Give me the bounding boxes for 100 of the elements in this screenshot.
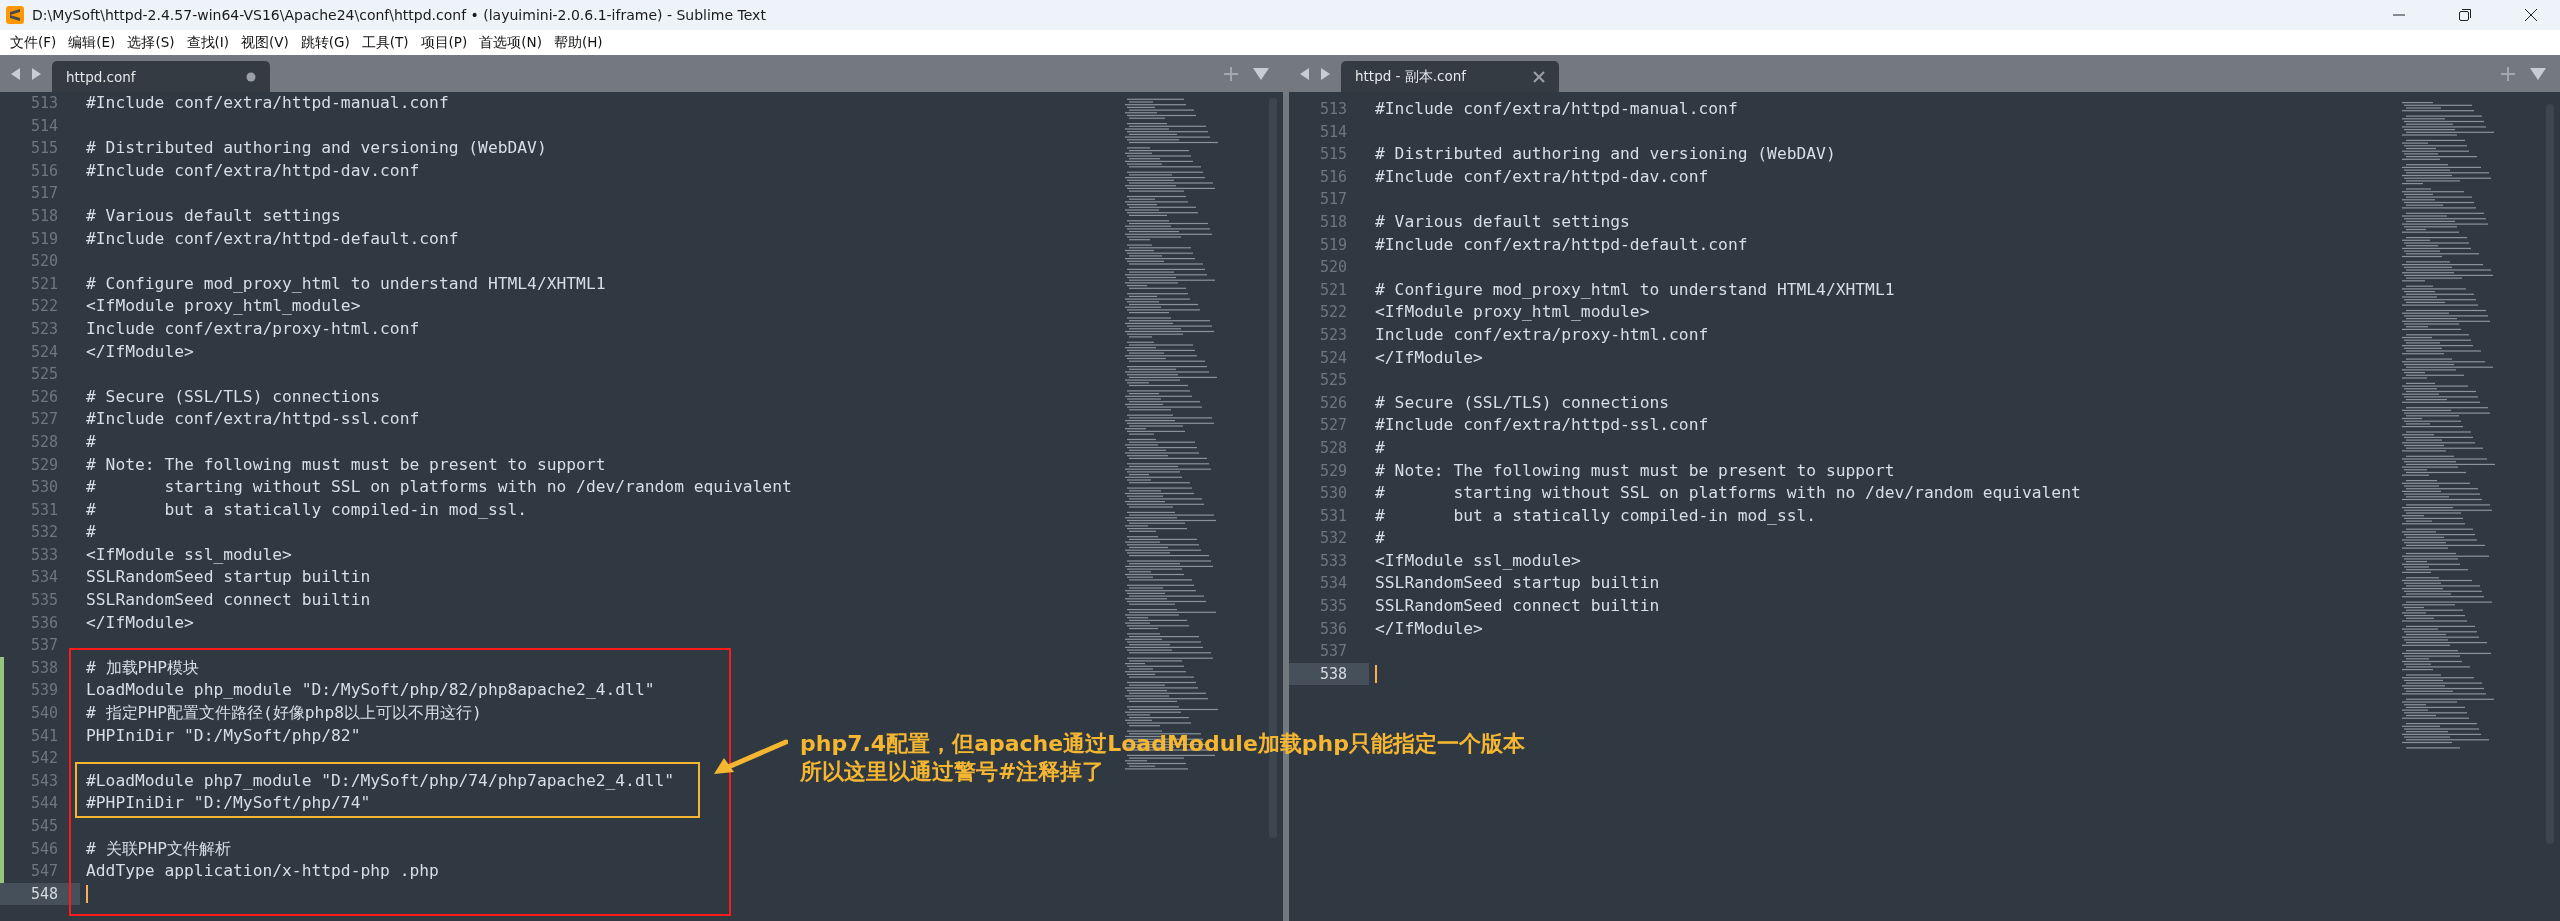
menu-item[interactable]: 选择(S) [121,31,181,54]
line-number: 535 [1318,596,1348,618]
line-number: 537 [29,635,59,657]
file-tab[interactable]: httpd.conf [52,61,270,92]
line-number: 525 [29,364,59,386]
code-line: # Secure (SSL/TLS) connections [1375,391,1670,414]
code-line: </IfModule> [1375,346,1483,369]
code-line: # Configure mod_proxy_html to understand HTML4/XHTML1 [86,272,606,295]
code-line: # Note: The following must must be present to support [86,453,606,476]
restore-icon[interactable] [2459,9,2471,21]
line-number: 520 [1318,257,1348,279]
code-line: # Secure (SSL/TLS) connections [86,385,381,408]
dropdown-triangle-icon[interactable] [1253,68,1269,80]
code-line: # 加载PHP模块 [86,656,199,679]
code-line: #Include conf/extra/httpd-manual.conf [86,92,449,114]
line-number: 533 [1318,550,1348,572]
plus-icon[interactable] [2500,66,2516,82]
line-number: 548 [0,882,80,906]
line-number: 536 [29,612,59,634]
text-cursor [1375,664,1377,684]
line-number: 527 [1318,415,1348,437]
line-number: 538 [0,656,80,680]
code-line: # starting without SSL on platforms with no /dev/random equivalent [1375,482,2081,505]
code-line: # Distributed authoring and versioning (WebDAV) [86,137,547,160]
code-line: # [1375,527,1385,550]
line-number: 513 [1318,99,1348,120]
code-line: <IfModule ssl_module> [1375,549,1581,572]
menu-item[interactable]: 查找(I) [180,31,235,54]
close-icon[interactable] [2525,9,2537,21]
line-number: 536 [1318,618,1348,640]
line-number: 523 [29,318,59,340]
line-number: 540 [0,702,80,725]
line-number: 522 [1318,302,1348,324]
code-line: # Distributed authoring and versioning (WebDAV) [1375,143,1836,166]
window-title: D:\MySoft\httpd-2.4.57-win64-VS16\Apache24\conf\httpd.conf • (layuimini-2.0.6.1-iframe) - Sublime Text [32,7,767,23]
code-line: <IfModule ssl_module> [86,543,292,566]
menu-item[interactable]: 文件(F) [4,31,63,54]
menu-item[interactable]: 视图(V) [235,31,295,54]
line-number: 522 [29,296,59,318]
line-number: 533 [29,544,59,566]
line-number: 513 [29,93,59,114]
code-line: </IfModule> [1375,617,1483,640]
code-line: LoadModule php_module "D:/MySoft/php/82/php8apache2_4.dll" [86,679,655,702]
line-number: 534 [1318,573,1348,595]
menu-item[interactable]: 编辑(E) [62,31,122,54]
code-line: # Configure mod_proxy_html to understand HTML4/XHTML1 [1375,278,1895,301]
line-number: 516 [1318,166,1348,188]
line-number: 515 [1318,144,1348,166]
line-number: 532 [29,522,59,544]
line-number: 530 [29,477,59,499]
code-line: # but a statically compiled-in mod_ssl. [86,498,528,521]
code-line: #PHPIniDir "D:/MySoft/php/74" [86,792,371,815]
code-line: # [86,521,96,544]
code-line: # Various default settings [1375,210,1630,233]
line-number: 534 [29,567,59,589]
code-line: #Include conf/extra/httpd-default.conf [86,227,459,250]
line-number: 529 [29,454,59,476]
line-number: 519 [29,228,59,250]
code-line: SSLRandomSeed connect builtin [1375,595,1660,618]
line-number: 521 [1318,279,1348,301]
menu-item[interactable]: 跳转(G) [294,31,356,54]
line-number: 526 [1318,392,1348,414]
menu-item[interactable]: 首选项(N) [473,31,548,54]
line-number: 546 [0,837,80,861]
code-line: Include conf/extra/proxy-html.conf [86,317,420,340]
line-number: 521 [29,273,59,295]
code-line: # starting without SSL on platforms with no /dev/random equivalent [86,476,792,499]
line-number: 527 [29,409,59,431]
line-number: 531 [29,499,59,521]
code-line: <IfModule proxy_html_module> [86,295,361,318]
line-number: 543 [0,769,80,793]
code-line: PHPIniDir "D:/MySoft/php/82" [86,724,361,747]
code-line: AddType application/x-httpd-php .php [86,860,439,883]
line-number: 535 [29,590,59,612]
menu-item[interactable]: 工具(T) [355,31,415,54]
line-number: 531 [1318,505,1348,527]
code-line: SSLRandomSeed startup builtin [86,566,371,589]
dropdown-triangle-icon[interactable] [2530,68,2546,80]
code-line: # [1375,436,1385,459]
code-line: </IfModule> [86,340,194,363]
code-line: #Include conf/extra/httpd-dav.conf [86,159,420,182]
code-line: #Include conf/extra/httpd-default.conf [1375,233,1748,256]
line-number: 545 [0,815,80,838]
annotation-text: 所以这里以通过警号#注释掉了 [800,758,1106,786]
line-number: 525 [1318,370,1348,392]
code-line: #Include conf/extra/httpd-ssl.conf [1375,414,1709,437]
code-line: #Include conf/extra/httpd-ssl.conf [86,408,420,431]
code-line: # Note: The following must must be present to support [1375,459,1895,482]
code-line: # [86,430,96,453]
line-number: 517 [1318,189,1348,211]
line-number: 520 [29,251,59,273]
code-line: Include conf/extra/proxy-html.conf [1375,323,1709,346]
code-line: <IfModule proxy_html_module> [1375,301,1650,324]
line-number: 539 [0,679,80,703]
code-line: # Various default settings [86,204,341,227]
plus-icon[interactable] [1223,66,1239,82]
menu-item[interactable]: 项目(P) [414,31,474,54]
menu-item[interactable]: 帮助(H) [547,31,609,54]
code-line: # 指定PHP配置文件路径(好像php8以上可以不用这行) [86,702,482,725]
file-tab[interactable]: httpd - 副本.conf [1341,61,1559,92]
